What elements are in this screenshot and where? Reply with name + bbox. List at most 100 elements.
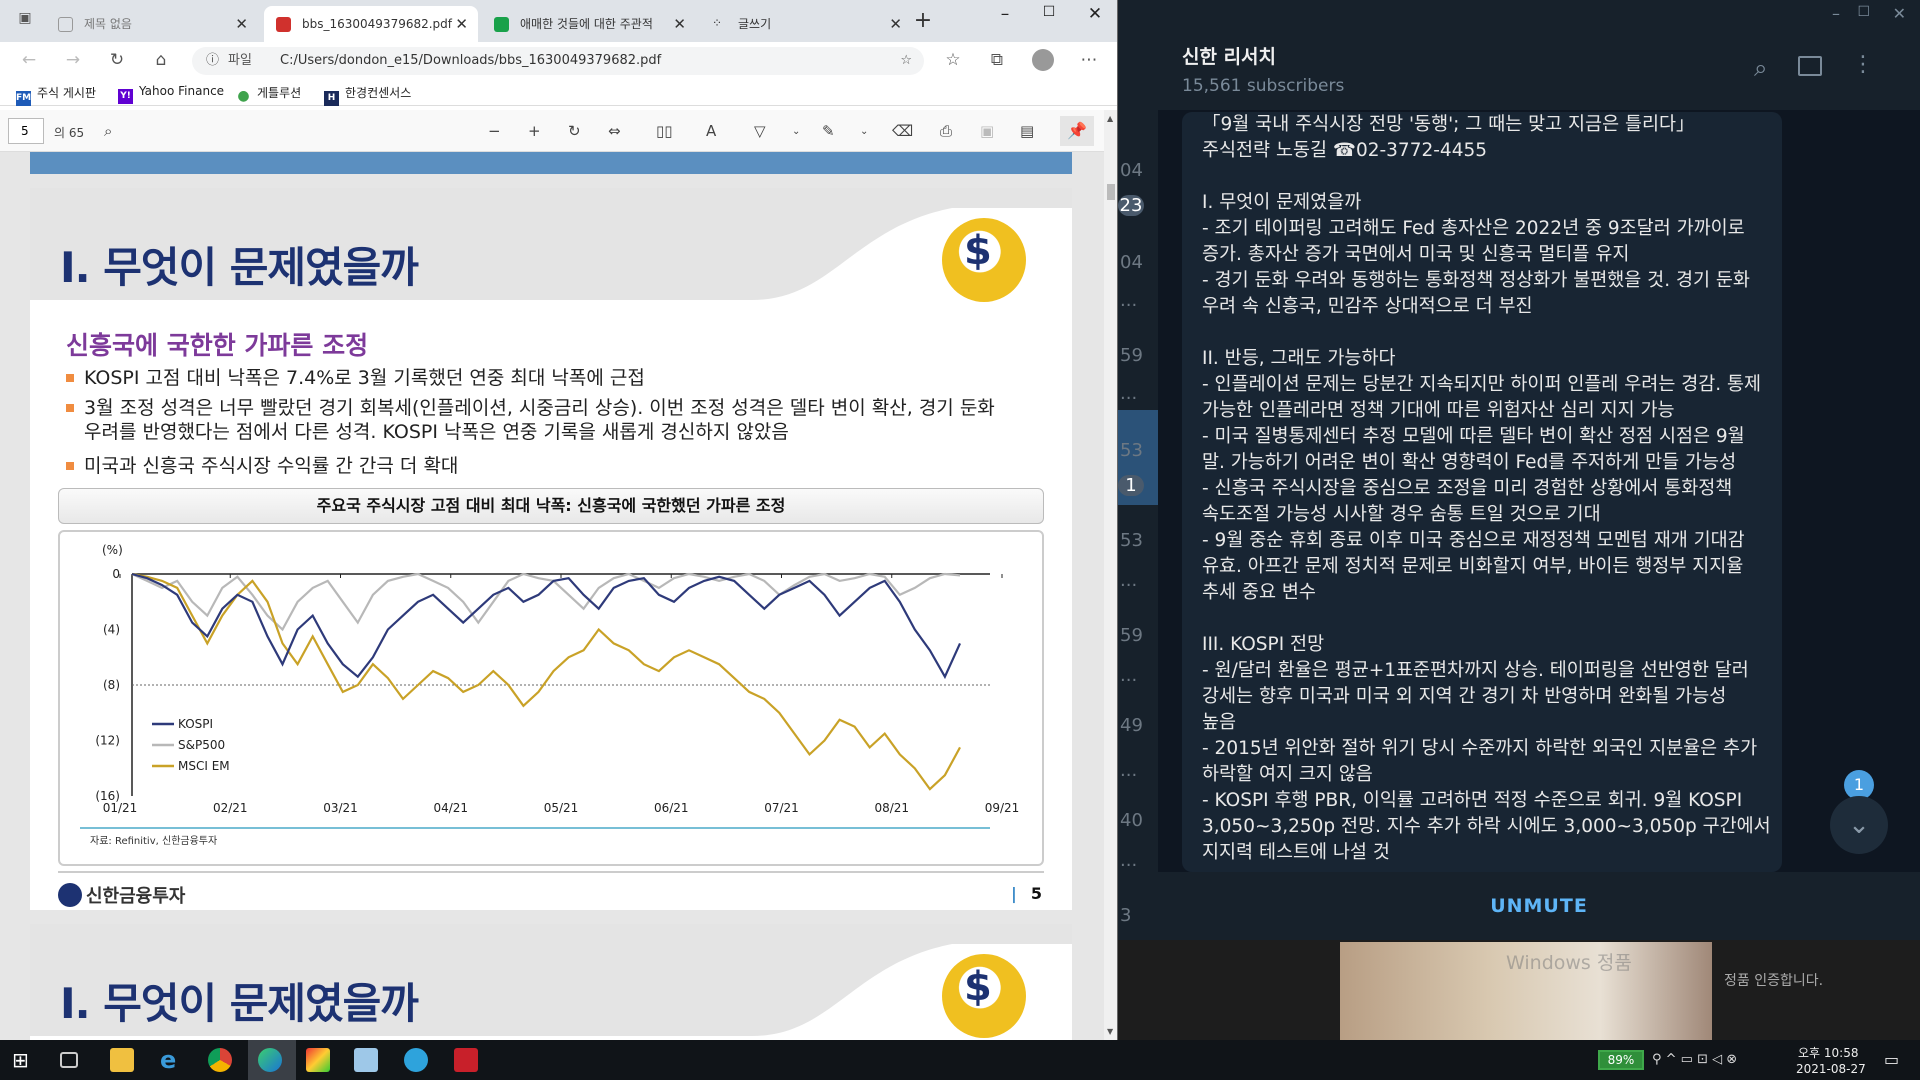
chat-list-item-snippet[interactable]: ... [1118,383,1158,404]
scroll-down-icon[interactable]: ⌄ [1830,796,1888,854]
search-icon[interactable]: ⌕ [1754,54,1767,82]
battery-indicator[interactable]: 89% [1598,1050,1644,1070]
notification-icon[interactable]: ▭ [1884,1050,1899,1069]
message-bubble[interactable]: 「9월 국내 주식시장 전망 '동행'; 그 때는 맞고 지금은 틀리다」 주식전… [1182,112,1782,872]
app-icon[interactable] [306,1048,330,1072]
zoom-out-icon[interactable]: − [488,122,501,140]
page-view-icon[interactable]: ▯▯ [656,122,673,140]
close-icon[interactable]: ✕ [889,6,902,42]
chat-list-item-snippet[interactable]: ... [1118,665,1158,686]
page-number-input[interactable]: 5 [8,118,44,144]
close-window-icon[interactable]: ✕ [1893,4,1906,23]
chat-list-item-snippet[interactable]: 04 [1118,160,1158,181]
tab-pdf[interactable]: bbs_1630049379682.pdf ✕ [264,6,478,42]
zoom-in-icon[interactable]: + [528,122,541,140]
fm-icon: FM [16,91,31,106]
new-tab-icon[interactable]: + [912,8,934,33]
windows-start-icon[interactable]: ⊞ [12,1048,36,1072]
tab-blog[interactable]: 애매한 것들에 대한 주관적 ✕ [482,6,696,42]
highlight-dropdown-icon[interactable]: ⌄ [792,126,800,137]
edge-icon[interactable] [258,1048,282,1072]
maximize-icon[interactable]: ☐ [1038,4,1060,20]
clock-time[interactable]: 오후 10:58 [1798,1044,1858,1061]
back-icon[interactable]: ← [18,50,40,70]
favorite-add-icon[interactable]: ☆ [900,47,912,75]
search-icon[interactable]: ⌕ [104,122,112,140]
pdf-viewer[interactable]: $ I. 무엇이 문제였을까 신흥국에 국한한 가파른 조정 KOSPI 고점 … [0,152,1117,1040]
chat-list-item-snippet[interactable]: ... [1118,850,1158,871]
app2-icon[interactable] [454,1048,478,1072]
chat-list-item-snippet[interactable]: ... [1118,760,1158,781]
scroll-down-icon[interactable]: ▼ [1107,1027,1113,1036]
bookmark-yahoo-finance[interactable]: Y! Yahoo Finance [118,84,224,104]
address-url: C:/Users/dondon_e15/Downloads/bbs_163004… [280,53,662,68]
draw-icon[interactable]: ✎ [822,122,835,140]
home-icon[interactable]: ⌂ [150,50,172,70]
chat-list-item-snippet[interactable]: 40 [1118,810,1158,831]
pin-toolbar-icon[interactable]: 📌 [1060,116,1094,146]
x-tick-label: 05/21 [544,801,579,815]
chat-list-item-snippet[interactable]: ... [1118,290,1158,311]
file-explorer-icon[interactable] [110,1048,134,1072]
maximize-icon[interactable]: ☐ [1857,4,1870,20]
clock-date[interactable]: 2021-08-27 [1796,1062,1866,1076]
chat-list-item-snippet[interactable]: 23 [1118,195,1144,216]
highlight-icon[interactable]: ▽ [754,122,766,140]
scroll-thumb[interactable] [1107,184,1115,200]
forward-icon[interactable]: → [62,50,84,70]
ie-icon[interactable]: e [160,1048,184,1072]
collections-icon[interactable]: ⧉ [986,50,1008,70]
chat-list-item-snippet[interactable]: 04 [1118,252,1158,273]
chat-list-item-snippet[interactable]: 53 [1118,530,1158,551]
chat-list-item-snippet[interactable]: 53 [1118,440,1158,461]
sidebar-toggle-icon[interactable] [1798,56,1822,76]
telegram-icon[interactable] [404,1048,428,1072]
chat-list-item-snippet[interactable]: 1 [1118,475,1144,496]
favorites-icon[interactable]: ☆ [942,50,964,70]
close-icon[interactable]: ✕ [673,6,686,42]
rotate-icon[interactable]: ↻ [568,122,581,140]
minimize-icon[interactable]: – [994,4,1016,24]
bookmark-hankyung[interactable]: H 한경컨센서스 [324,84,411,106]
close-icon[interactable]: ✕ [455,6,468,42]
more-icon[interactable]: ⋯ [1078,50,1100,70]
fit-page-icon[interactable]: ⇔ [608,122,621,140]
x-tick-label: 02/21 [213,801,248,815]
tab-actions-icon[interactable]: ▣ [14,10,36,26]
scrollbar[interactable]: ▲ ▼ [1104,110,1117,1040]
avatar[interactable] [1032,49,1054,71]
address-bar[interactable]: ⓘ 파일 C:/Users/dondon_e15/Downloads/bbs_1… [192,47,924,75]
channel-name[interactable]: 신한 리서치 [1182,42,1276,69]
close-icon[interactable]: ✕ [235,6,248,42]
chat-list-item-snippet[interactable]: 59 [1118,345,1158,366]
minimize-icon[interactable]: – [1832,4,1840,23]
refresh-icon[interactable]: ↻ [106,50,128,70]
save-icon[interactable]: ▣ [980,122,994,140]
close-window-icon[interactable]: ✕ [1084,4,1106,24]
draw-dropdown-icon[interactable]: ⌄ [860,126,868,137]
more-icon[interactable]: ⋮ [1852,52,1874,77]
bookmark-getlution[interactable]: ● 게틀루션 [236,84,301,104]
chat-list-item-snippet[interactable]: 49 [1118,715,1158,736]
scroll-up-icon[interactable]: ▲ [1107,114,1113,123]
tab-write[interactable]: ⁘ 글쓰기 ✕ [700,6,912,42]
tray-icons[interactable]: ⚲ ^ ▭ ⊡ ◁ ⊗ [1652,1052,1737,1067]
message-line: I. 무엇이 문제였을까 [1202,192,1362,213]
blog-icon [494,17,509,32]
message-line: 증가. 총자산 증가 국면에서 미국 및 신흥국 멀티플 유지 [1202,244,1630,265]
chat-list-item-snippet[interactable]: 3 [1118,905,1158,926]
chat-list-item-snippet[interactable]: 59 [1118,625,1158,646]
eraser-icon[interactable]: ⌫ [892,122,913,140]
page-title: I. 무엇이 문제였을까 [60,979,419,1028]
chrome-icon[interactable] [208,1048,232,1072]
read-aloud-icon[interactable]: A [706,122,716,140]
unmute-button[interactable]: UNMUTE [1158,872,1920,940]
notepad-icon[interactable] [354,1048,378,1072]
task-view-icon[interactable] [60,1052,78,1068]
chat-list-item-snippet[interactable]: ... [1118,570,1158,591]
message-line: - 조기 테이퍼링 고려해도 Fed 총자산은 2022년 중 9조달러 가까이… [1202,218,1745,239]
tab-untitled[interactable]: 제목 없음 ✕ [46,6,258,42]
save-as-icon[interactable]: ▤ [1020,122,1034,140]
print-icon[interactable]: ⎙ [940,122,952,140]
bookmark-stock-board[interactable]: FM 주식 게시판 [16,84,96,106]
